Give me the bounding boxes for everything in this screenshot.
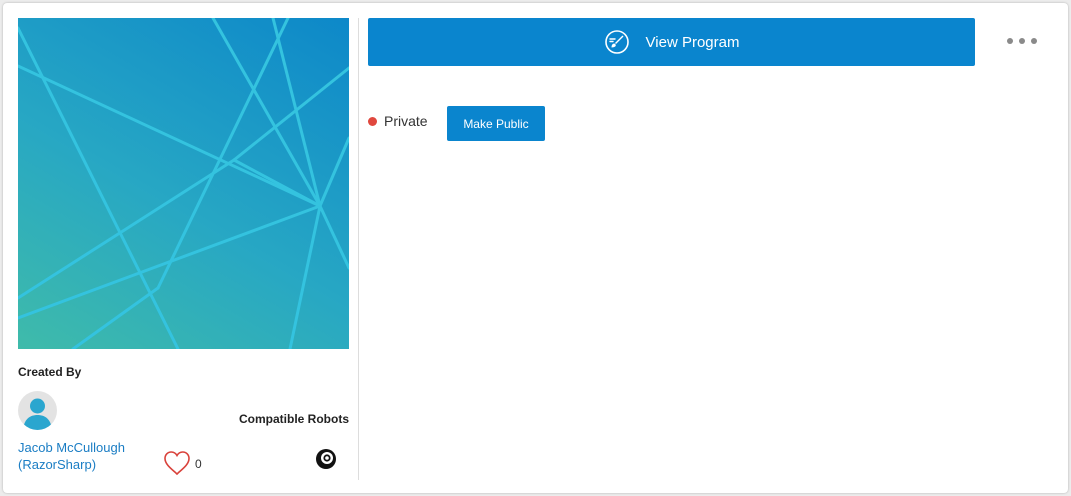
created-by-label: Created By — [18, 365, 82, 379]
make-public-button[interactable]: Make Public — [447, 106, 545, 141]
compatible-robots-label: Compatible Robots — [239, 412, 349, 426]
author-username: (RazorSharp) — [18, 457, 97, 472]
sphero-robot-icon — [315, 448, 337, 470]
column-divider — [358, 18, 359, 480]
paintbrush-circle-icon — [604, 30, 629, 54]
private-status-dot — [368, 117, 377, 126]
view-program-label: View Program — [645, 33, 740, 51]
thumbnail-pattern — [18, 18, 349, 349]
author-link[interactable]: Jacob McCullough (RazorSharp) — [18, 439, 158, 473]
view-program-button[interactable]: View Program — [368, 18, 975, 66]
like-count: 0 — [195, 457, 202, 471]
program-thumbnail[interactable] — [18, 18, 349, 349]
user-avatar-icon[interactable] — [18, 391, 57, 430]
heart-icon[interactable] — [163, 450, 191, 476]
author-name: Jacob McCullough — [18, 440, 125, 455]
program-card: Created By Jacob McCullough (RazorSharp)… — [3, 3, 1068, 493]
ellipsis-icon[interactable] — [1007, 33, 1037, 49]
visibility-status: Private — [384, 113, 428, 129]
